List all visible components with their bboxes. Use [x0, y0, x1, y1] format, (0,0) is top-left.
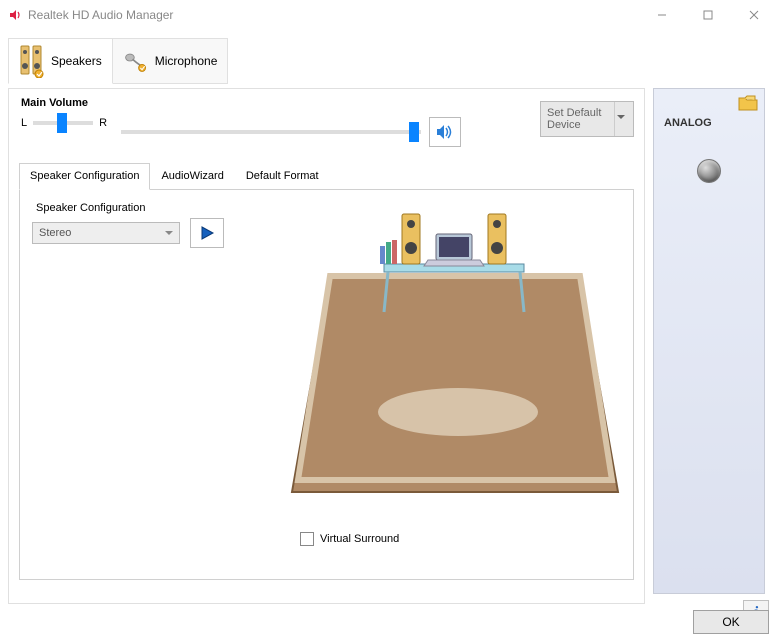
- analog-side-panel: ANALOG: [653, 88, 765, 594]
- speaker-configuration-select[interactable]: Stereo: [32, 222, 180, 244]
- side-panel-title: ANALOG: [664, 117, 764, 129]
- device-tabs: Speakers Microphone: [8, 38, 645, 84]
- window-controls: [639, 0, 777, 30]
- titlebar: Realtek HD Audio Manager: [0, 0, 777, 30]
- volume-icon: [435, 123, 455, 141]
- tab-speakers[interactable]: Speakers: [8, 38, 113, 84]
- subtab-audiowizard[interactable]: AudioWizard: [150, 163, 234, 189]
- close-button[interactable]: [731, 0, 777, 30]
- analog-jack-indicator[interactable]: [697, 159, 721, 183]
- speaker-configuration-value: Stereo: [39, 227, 71, 239]
- virtual-surround-label: Virtual Surround: [320, 533, 399, 545]
- ok-button[interactable]: OK: [693, 610, 769, 634]
- folder-icon[interactable]: [738, 95, 758, 116]
- app-speaker-icon: [8, 8, 22, 22]
- speaker-configuration-panel: Speaker Configuration Stereo: [19, 190, 634, 580]
- sub-tabs: Speaker Configuration AudioWizard Defaul…: [19, 163, 634, 190]
- set-default-device-label: Set Default Device: [547, 107, 614, 131]
- speakers-icon: [19, 44, 45, 78]
- tab-microphone-label: Microphone: [155, 54, 218, 68]
- balance-slider[interactable]: L R: [21, 117, 107, 129]
- tab-microphone[interactable]: Microphone: [113, 38, 229, 84]
- room-illustration: [288, 202, 622, 522]
- balance-right-label: R: [99, 117, 107, 129]
- play-icon: [199, 225, 215, 241]
- microphone-icon: [123, 44, 149, 78]
- maximize-button[interactable]: [685, 0, 731, 30]
- balance-left-label: L: [21, 117, 27, 129]
- subtab-speaker-configuration[interactable]: Speaker Configuration: [19, 163, 150, 190]
- minimize-button[interactable]: [639, 0, 685, 30]
- subtab-default-format[interactable]: Default Format: [235, 163, 330, 189]
- test-play-button[interactable]: [190, 218, 224, 248]
- main-panel: Main Volume L R Set Default Device: [8, 88, 645, 604]
- main-volume-label: Main Volume: [21, 97, 88, 109]
- virtual-surround-checkbox[interactable]: [300, 532, 314, 546]
- chevron-down-icon: [614, 102, 627, 136]
- master-volume-slider[interactable]: [121, 130, 421, 134]
- mute-button[interactable]: [429, 117, 461, 147]
- tab-speakers-label: Speakers: [51, 54, 102, 68]
- set-default-device-button[interactable]: Set Default Device: [540, 101, 634, 137]
- window-title: Realtek HD Audio Manager: [28, 8, 639, 22]
